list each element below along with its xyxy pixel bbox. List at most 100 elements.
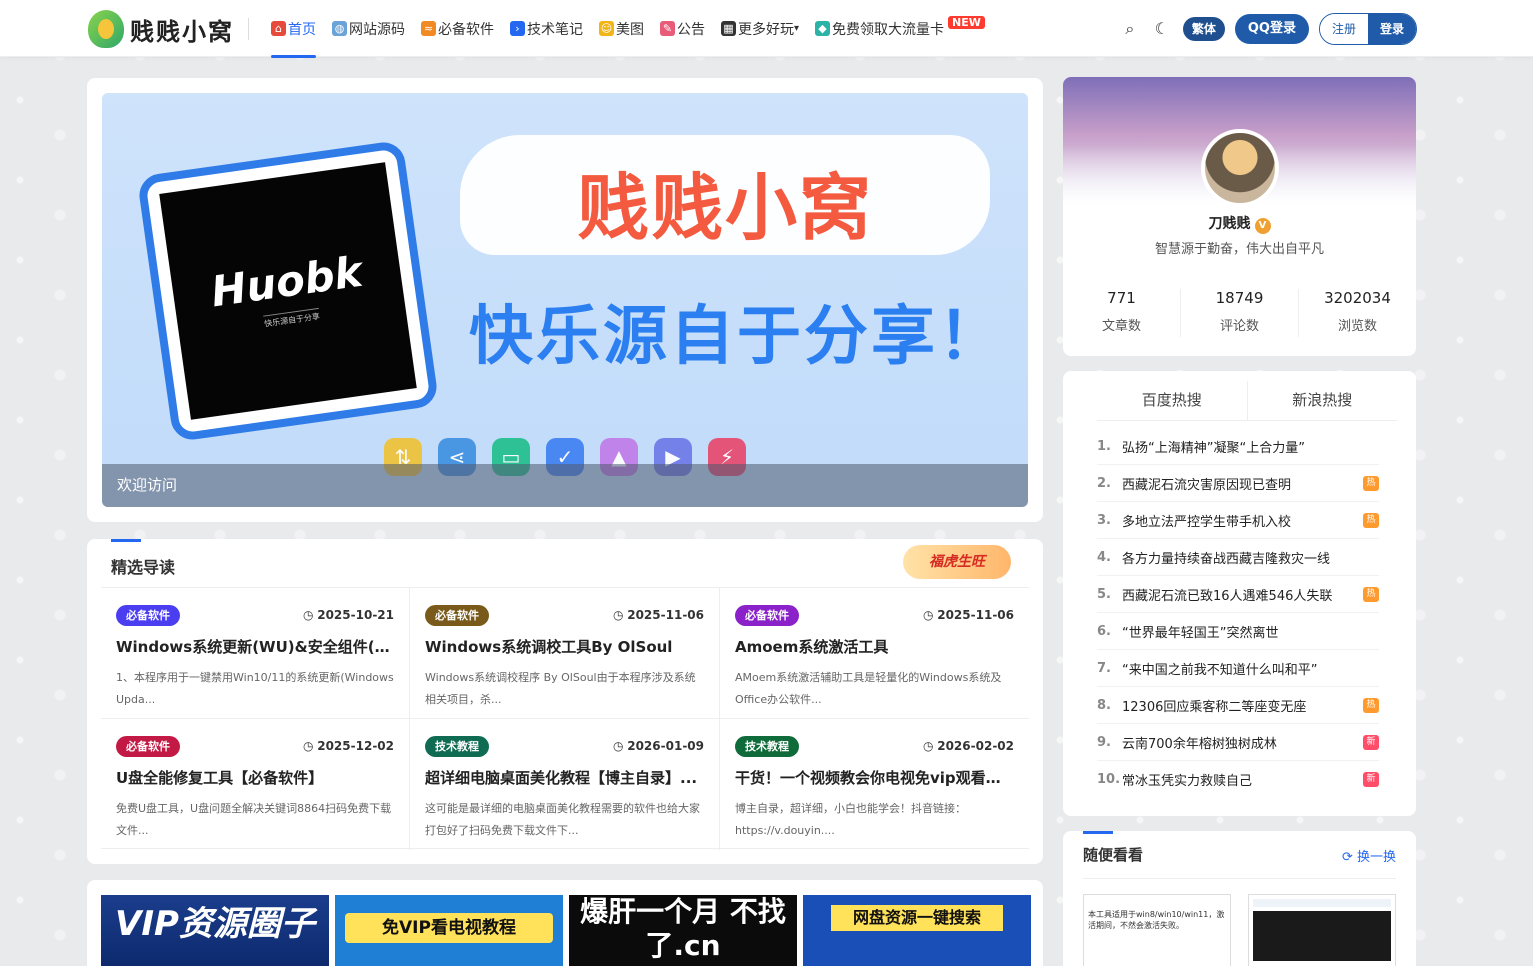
- post-title[interactable]: Amoem系统激活工具: [735, 636, 1014, 657]
- nav-item-label: 技术笔记: [527, 21, 583, 38]
- category-tag[interactable]: 必备软件: [116, 735, 180, 757]
- random-post-thumbnail[interactable]: [1248, 894, 1396, 966]
- hot-search-item[interactable]: 1. 弘扬“上海精神”凝聚“上合力量”: [1097, 428, 1379, 465]
- register-button[interactable]: 注册: [1319, 14, 1368, 44]
- nav-item-3[interactable]: › 技术笔记: [510, 0, 591, 57]
- ads-card: VIP资源圈子 免VIP看电视教程 爆肝一个月 不找了.cn 网盘资源一键搜索: [87, 880, 1043, 966]
- nav-item-label: 公告: [677, 21, 705, 38]
- random-divider: [1083, 878, 1396, 879]
- featured-title: 精选导读: [111, 558, 176, 577]
- featured-card: 精选导读 福虎生旺 必备软件 2025-10-21 Windows系统更新(WU)&…: [87, 539, 1043, 864]
- nav-item-6[interactable]: ▦ 更多好玩 ▾: [721, 0, 807, 57]
- hot-search-item[interactable]: 9. 云南700余年榕树独树成林 新: [1097, 724, 1379, 761]
- featured-item[interactable]: 技术教程 2026-01-09 超详细电脑桌面美化教程【博主自录】... 这可能是最详…: [410, 719, 720, 850]
- hot-badge: 新: [1363, 734, 1379, 750]
- nav-item-label: 免费领取大流量卡: [832, 21, 945, 38]
- hot-rank: 8.: [1097, 697, 1111, 713]
- smile-icon: ☺: [599, 21, 614, 36]
- post-title[interactable]: Windows系统调校工具By OlSoul: [425, 636, 704, 657]
- chevron-down-icon: ▾: [794, 23, 800, 34]
- hot-rank: 2.: [1097, 475, 1111, 491]
- featured-item[interactable]: 必备软件 2025-12-02 U盘全能修复工具【必备软件】免费U盘工具，U盘问题全…: [101, 719, 410, 850]
- nav-item-7[interactable]: ◆ 免费领取大流量卡 NEW: [815, 0, 993, 57]
- tablet-illustration: Huobk 快乐源自于分享: [136, 139, 440, 443]
- stat-label: 评论数: [1219, 319, 1259, 334]
- ad-banner[interactable]: VIP资源圈子: [101, 895, 329, 966]
- hot-search-item[interactable]: 5. 西藏泥石流已致16人遇难546人失联 热: [1097, 576, 1379, 613]
- qq-login-button[interactable]: QQ登录: [1234, 14, 1309, 44]
- hot-search-item[interactable]: 10. 常冰玉凭实力救赎自己 新: [1097, 761, 1379, 798]
- featured-item-meta: 技术教程 2026-02-02: [735, 735, 1014, 757]
- hot-text: 各方力量持续奋战西藏吉隆救灾一线: [1122, 551, 1331, 567]
- nav-item-4[interactable]: ☺ 美图: [599, 0, 652, 57]
- hot-search-item[interactable]: 6. “世界最年轻国王”突然离世: [1097, 613, 1379, 650]
- category-tag[interactable]: 技术教程: [735, 735, 799, 757]
- category-tag[interactable]: 必备软件: [425, 604, 489, 626]
- logo-divider: [248, 18, 249, 40]
- home-icon: ⌂: [271, 21, 286, 36]
- featured-item-meta: 必备软件 2025-12-02: [116, 735, 394, 757]
- featured-item-meta: 必备软件 2025-11-06: [425, 604, 704, 626]
- ad-banner[interactable]: 免VIP看电视教程: [335, 895, 563, 966]
- hot-search-item[interactable]: 7. “来中国之前我不知道什么叫和平”: [1097, 650, 1379, 687]
- category-tag[interactable]: 技术教程: [425, 735, 489, 757]
- ad-text: 免VIP看电视教程: [345, 913, 553, 943]
- thumbnail-terminal: [1253, 911, 1391, 961]
- featured-item-meta: 必备软件 2025-10-21: [116, 604, 394, 626]
- hot-rank: 10.: [1097, 772, 1121, 787]
- post-date: 2025-11-06: [613, 608, 704, 622]
- nav-item-1[interactable]: ◍ 网站源码: [332, 0, 413, 57]
- post-title[interactable]: 超详细电脑桌面美化教程【博主自录】...: [425, 767, 704, 788]
- ad-banner[interactable]: 爆肝一个月 不找了.cn: [569, 895, 797, 966]
- refresh-button[interactable]: ⟳ 换一换: [1342, 846, 1396, 865]
- random-post-thumbnail[interactable]: 本工具适用于win8/win10/win11，激活期间，不然会激活失败。: [1083, 894, 1231, 966]
- tab-baidu-hot[interactable]: 百度热搜: [1097, 381, 1248, 420]
- site-logo[interactable]: 贱贱小窝: [88, 10, 234, 48]
- featured-item[interactable]: 必备软件 2025-11-06 Amoem系统激活工具 AMoem系统激活辅助工具是轻…: [720, 588, 1029, 719]
- banner-slogan: 快乐源自于分享！: [469, 300, 1005, 374]
- featured-item[interactable]: 技术教程 2026-02-02 干货！一个视频教会你电视免vip观看影... 博主自录…: [720, 719, 1029, 850]
- post-excerpt: AMoem系统激活辅助工具是轻量化的Windows系统及Office办公软件..…: [735, 671, 1002, 706]
- theme-toggle-icon[interactable]: ☾: [1151, 18, 1173, 40]
- tab-sina-hot[interactable]: 新浪热搜: [1248, 381, 1398, 420]
- hot-rank: 5.: [1097, 586, 1111, 602]
- nav-item-2[interactable]: ≈ 必备软件: [421, 0, 502, 57]
- stat-value: 771: [1107, 289, 1136, 307]
- login-button[interactable]: 登录: [1367, 14, 1416, 44]
- hot-rank: 1.: [1097, 438, 1111, 454]
- thumbnail-toolbar: [1253, 899, 1391, 907]
- logo-shield-icon: [88, 10, 124, 48]
- nav-item-0[interactable]: ⌂ 首页: [271, 0, 324, 58]
- featured-deco-image: 福虎生旺: [903, 545, 1011, 579]
- banner-slide[interactable]: Huobk 快乐源自于分享 贱贱小窝 快乐源自于分享！ ⇅ ⋖ ▭ ✓ ▲ ▶ …: [102, 93, 1028, 507]
- post-excerpt: 免费U盘工具，U盘问题全解决关键词8864扫码免费下载文件...: [116, 802, 392, 837]
- main-nav: ⌂ 首页 ◍ 网站源码 ≈ 必备软件 › 技术笔记 ☺ 美图 ✎ 公告 ▦ 更多好玩 ▾ ◆ 免费领取大流量卡…: [271, 0, 1001, 58]
- ad-banner[interactable]: 网盘资源一键搜索: [803, 895, 1031, 966]
- post-date: 2025-10-21: [303, 608, 394, 622]
- profile-name[interactable]: 刀贱贱 V: [1063, 213, 1416, 234]
- hot-search-item[interactable]: 2. 西藏泥石流灾害原因现已查明 热: [1097, 465, 1379, 502]
- hot-badge: 热: [1363, 697, 1379, 713]
- hot-search-item[interactable]: 3. 多地立法严控学生带手机入校 热: [1097, 502, 1379, 539]
- featured-item[interactable]: 必备软件 2025-11-06 Windows系统调校工具By OlSoul Wind…: [410, 588, 720, 719]
- avatar[interactable]: [1201, 129, 1279, 207]
- hot-rank: 3.: [1097, 512, 1111, 528]
- category-tag[interactable]: 必备软件: [116, 604, 180, 626]
- profile-name-text: 刀贱贱: [1208, 216, 1251, 232]
- traditional-chinese-button[interactable]: 繁体: [1182, 17, 1225, 41]
- post-title[interactable]: U盘全能修复工具【必备软件】: [116, 767, 394, 788]
- post-title[interactable]: 干货！一个视频教会你电视免vip观看影...: [735, 767, 1014, 788]
- nav-item-5[interactable]: ✎ 公告: [660, 0, 713, 57]
- ad-text: VIP资源圈子: [115, 904, 315, 944]
- category-tag[interactable]: 必备软件: [735, 604, 799, 626]
- search-icon[interactable]: ⌕: [1119, 18, 1141, 40]
- hot-search-item[interactable]: 8. 12306回应乘客称二等座变无座 热: [1097, 687, 1379, 724]
- featured-item[interactable]: 必备软件 2025-10-21 Windows系统更新(WU)&安全组件(W... 1…: [101, 588, 410, 719]
- post-title[interactable]: Windows系统更新(WU)&安全组件(W...: [116, 636, 394, 657]
- post-date: 2025-11-06: [923, 608, 1014, 622]
- hot-search-item[interactable]: 4. 各方力量持续奋战西藏吉隆救灾一线: [1097, 539, 1379, 576]
- tablet-subtitle: 快乐源自于分享: [263, 307, 321, 330]
- thumbnail-text: 本工具适用于win8/win10/win11，激活期间，不然会激活失败。: [1088, 910, 1225, 930]
- hot-text: 西藏泥石流已致16人遇难546人失联: [1122, 588, 1333, 604]
- random-posts-card: 随便看看 ⟳ 换一换 本工具适用于win8/win10/win11，激活期间，不…: [1063, 831, 1416, 966]
